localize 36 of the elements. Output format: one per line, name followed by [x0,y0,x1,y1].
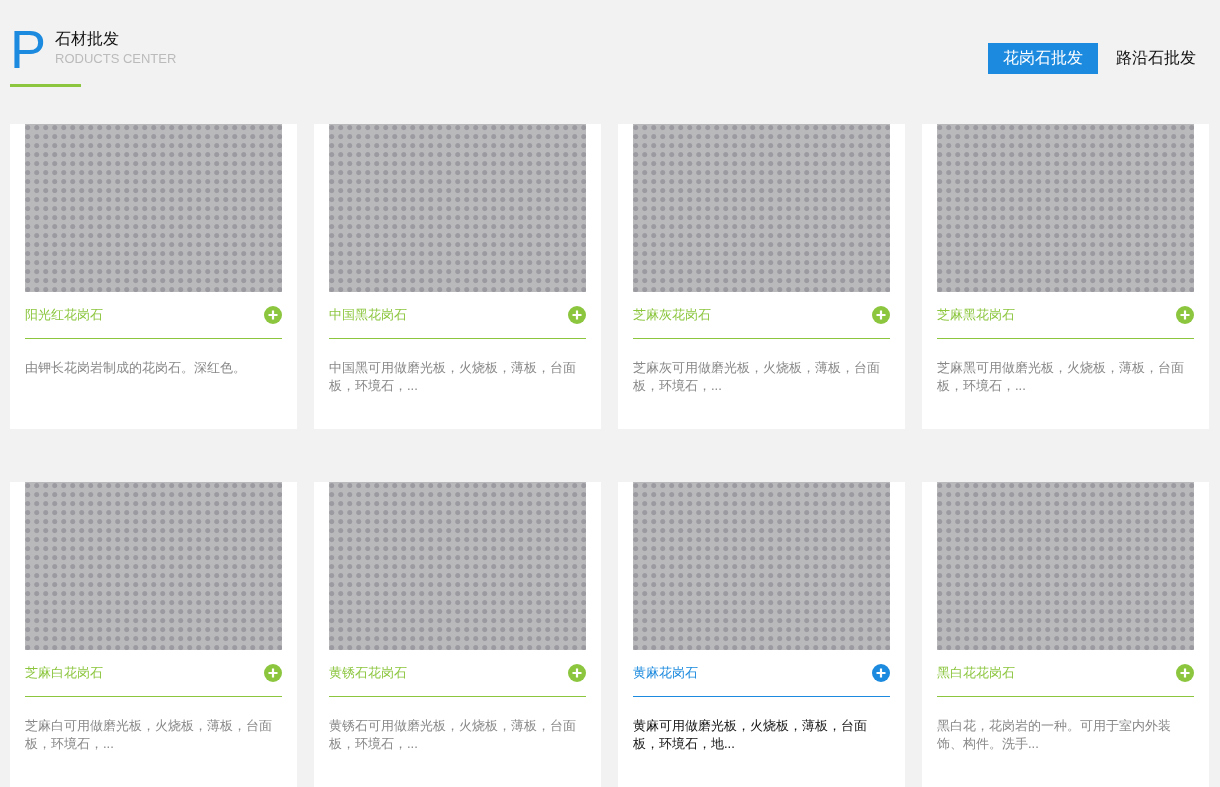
product-description: 由钾长花岗岩制成的花岗石。深红色。 [25,359,247,377]
product-description: 黄麻可用做磨光板，火烧板，薄板，台面板，环境石，地... [633,717,868,753]
product-description: 黄锈石可用做磨光板，火烧板，薄板，台面板，环境石，... [329,717,577,753]
product-description: 中国黑可用做磨光板，火烧板，薄板，台面板，环境石，... [329,359,577,395]
product-description: 芝麻白可用做磨光板，火烧板，薄板，台面板，环境石，... [25,717,273,753]
plus-icon[interactable] [872,306,890,324]
product-description: 芝麻黑可用做磨光板，火烧板，薄板，台面板，环境石，... [937,359,1185,395]
product-card[interactable]: 芝麻白花岗石 芝麻白可用做磨光板，火烧板，薄板，台面板，环境石，... [10,482,297,787]
plus-icon[interactable] [1176,306,1194,324]
product-name[interactable]: 芝麻灰花岗石 [633,306,711,324]
plus-icon[interactable] [264,664,282,682]
product-card[interactable]: 阳光红花岗石 由钾长花岗岩制成的花岗石。深红色。 [10,124,297,429]
product-description: 黑白花，花岗岩的一种。可用于室内外装饰、构件。洗手... [937,717,1172,753]
category-tab[interactable]: 路沿石批发 [1106,43,1206,74]
product-name[interactable]: 芝麻黑花岗石 [937,306,1015,324]
product-card[interactable]: 黄麻花岗石 黄麻可用做磨光板，火烧板，薄板，台面板，环境石，地... [618,482,905,787]
product-description: 芝麻灰可用做磨光板，火烧板，薄板，台面板，环境石，... [633,359,881,395]
product-name[interactable]: 黄麻花岗石 [633,664,698,682]
plus-icon[interactable] [568,306,586,324]
product-card[interactable]: 黄锈石花岗石 黄锈石可用做磨光板，火烧板，薄板，台面板，环境石，... [314,482,601,787]
product-name[interactable]: 中国黑花岗石 [329,306,407,324]
section-title: 石材批发 [55,29,121,49]
product-card[interactable]: 黑白花花岗石 黑白花，花岗岩的一种。可用于室内外装饰、构件。洗手... [922,482,1209,787]
plus-icon[interactable] [568,664,586,682]
product-name[interactable]: 阳光红花岗石 [25,306,103,324]
product-name[interactable]: 黄锈石花岗石 [329,664,407,682]
product-card[interactable]: 芝麻灰花岗石 芝麻灰可用做磨光板，火烧板，薄板，台面板，环境石，... [618,124,905,429]
product-name[interactable]: 芝麻白花岗石 [25,664,103,682]
logo-letter: P [10,24,47,74]
plus-icon[interactable] [1176,664,1194,682]
product-card[interactable]: 芝麻黑花岗石 芝麻黑可用做磨光板，火烧板，薄板，台面板，环境石，... [922,124,1209,429]
plus-icon[interactable] [264,306,282,324]
category-tab[interactable]: 花岗石批发 [988,43,1098,74]
product-name[interactable]: 黑白花花岗石 [937,664,1015,682]
plus-icon[interactable] [872,664,890,682]
product-card[interactable]: 中国黑花岗石 中国黑可用做磨光板，火烧板，薄板，台面板，环境石，... [314,124,601,429]
